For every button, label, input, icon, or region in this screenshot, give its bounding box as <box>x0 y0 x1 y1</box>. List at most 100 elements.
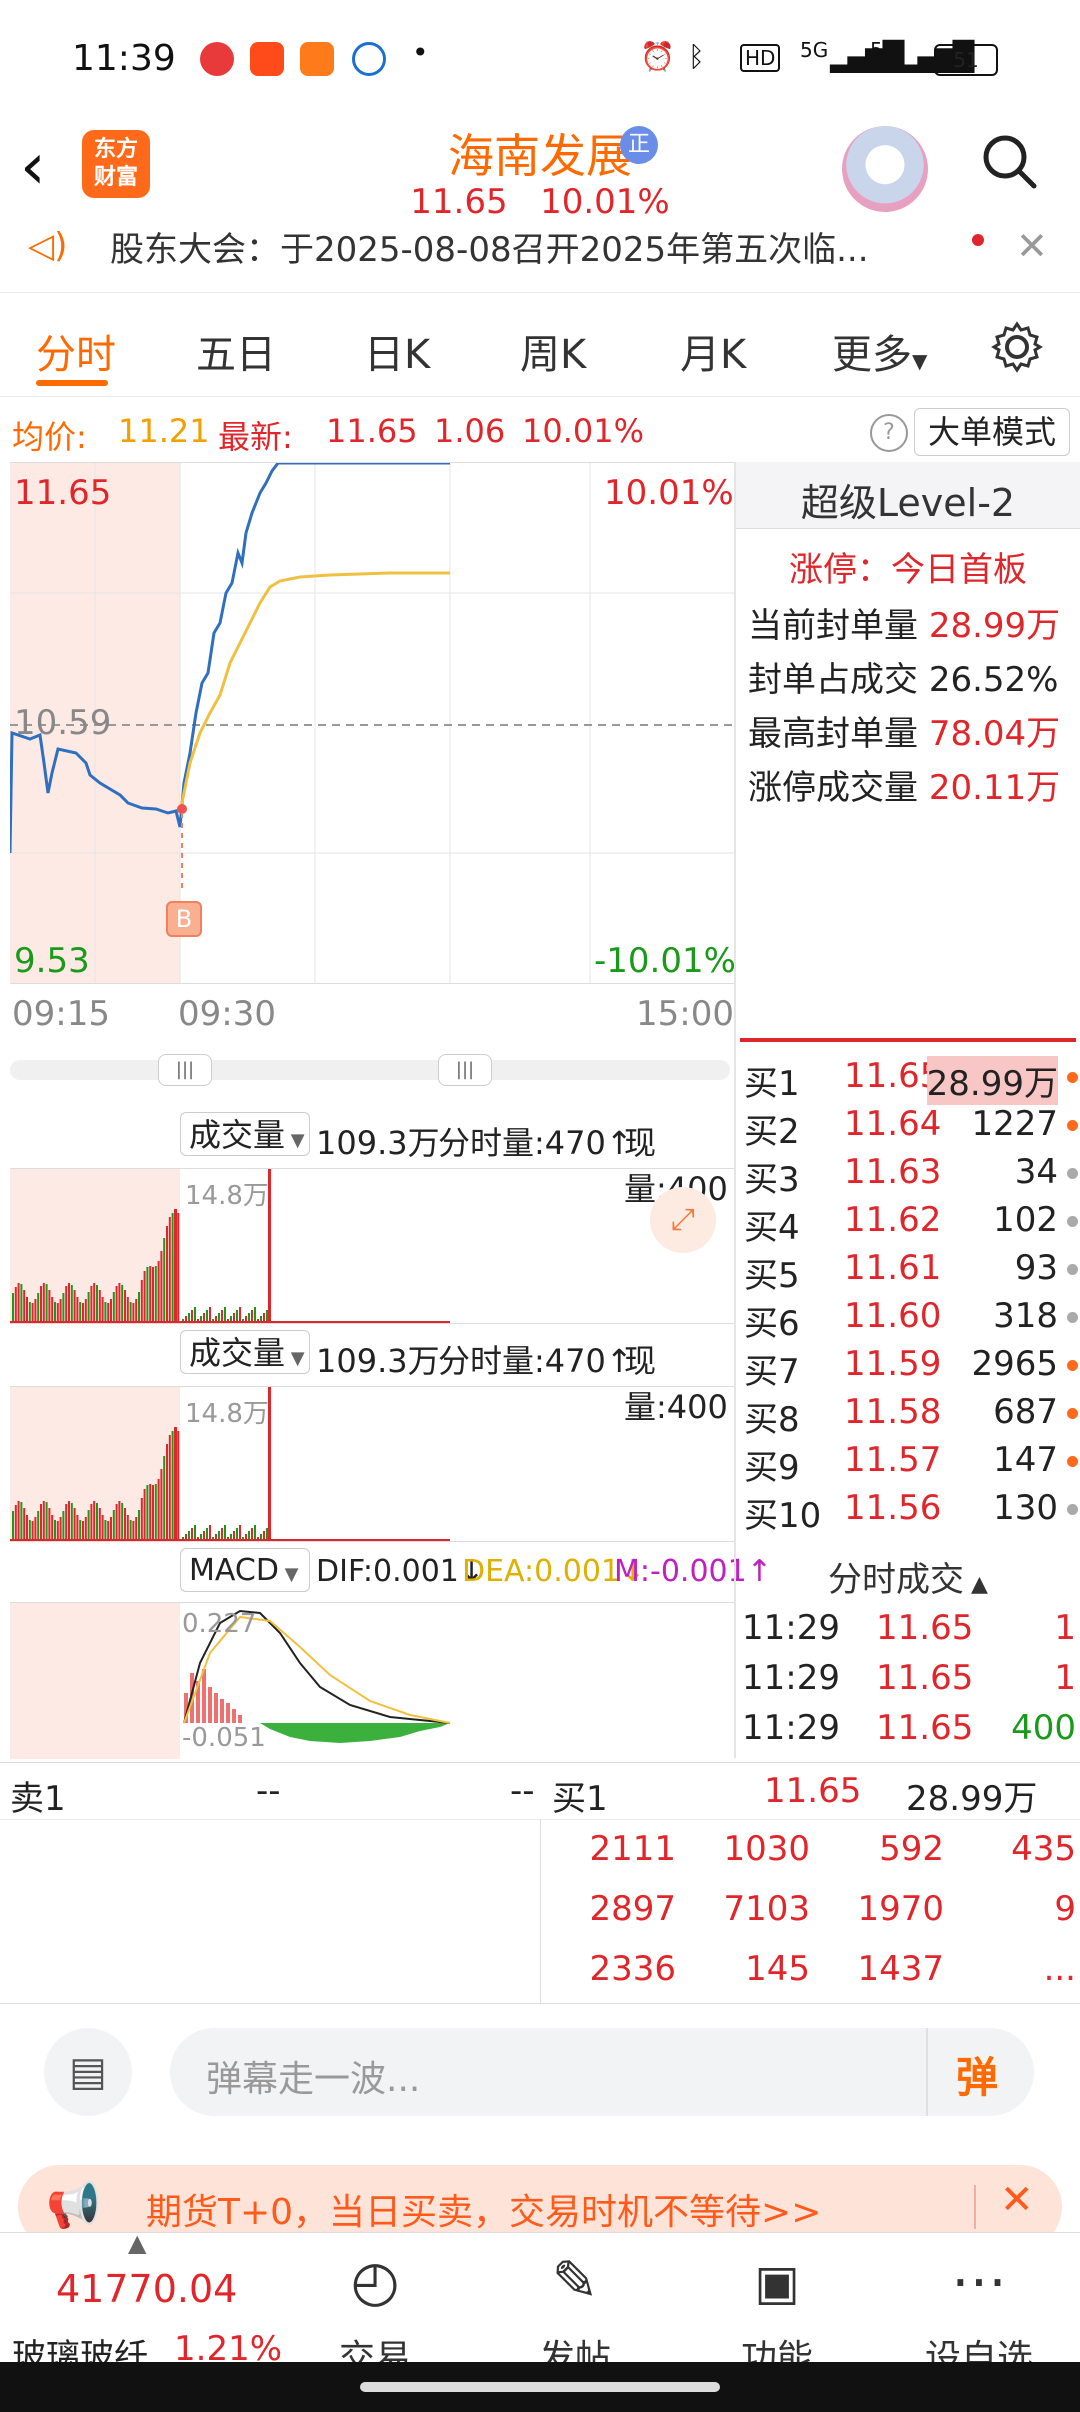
bid-volume: 2965 <box>971 1344 1058 1384</box>
ticks-title[interactable]: 分时成交 ▲ <box>736 1552 1080 1606</box>
help-icon[interactable]: ? <box>870 414 908 452</box>
trade-icon[interactable]: ◴ <box>300 2249 450 2314</box>
tab-more-label: 更多 <box>832 332 912 378</box>
tab-daily-k[interactable]: 日K <box>364 322 430 380</box>
volume-bar <box>254 1307 256 1323</box>
volume-bar <box>17 1283 20 1323</box>
volume-bar <box>45 1502 48 1541</box>
macd-dif: DIF:0.001↓ <box>316 1554 484 1589</box>
bid-row[interactable]: 买8 11.58 687 <box>744 1392 1080 1440</box>
time-range-slider[interactable]: ||| ||| <box>10 1054 730 1086</box>
volume-chart-2[interactable]: 14.8万 <box>10 1386 734 1542</box>
bid-row[interactable]: 买7 11.59 2965 <box>744 1344 1080 1392</box>
pct-axis-bottom-label: -10.01% <box>594 941 736 981</box>
volume-bar <box>143 1271 146 1323</box>
volume-bar <box>42 1283 45 1323</box>
volume-bar <box>135 1299 138 1323</box>
queue-cell: 1970 <box>857 1889 944 1929</box>
bid-level-label: 买3 <box>744 1160 800 1200</box>
tab-more[interactable]: 更多▼ <box>832 322 927 380</box>
tab-5day[interactable]: 五日 <box>196 322 276 380</box>
order-dot-icon <box>1067 1408 1078 1419</box>
queue-cell: 2336 <box>589 1949 676 1989</box>
bid-volume: 102 <box>993 1200 1058 1240</box>
index-expand-icon[interactable]: ▲ <box>128 2229 146 2257</box>
volume-bar <box>110 1517 112 1541</box>
volume-bar <box>56 1521 59 1541</box>
bid-price: 11.57 <box>844 1440 942 1480</box>
status-bar: 11:39 • ⏰ ᛒ HD 5G ▂▄▆█ 5G ▂▄▆█ 51 <box>0 0 1080 120</box>
volume-bar <box>45 1284 48 1323</box>
tab-weekly-k[interactable]: 周K <box>520 322 586 380</box>
notice-bar[interactable]: ◁) 股东大会：于2025-08-08召开2025年第五次临... ✕ <box>0 222 1080 293</box>
ai-assistant-icon[interactable] <box>842 126 928 212</box>
barrage-send-button[interactable]: 弹 <box>956 2044 998 2105</box>
functions-grid-icon[interactable]: ▣ <box>702 2255 852 2311</box>
volume-bar <box>37 1293 40 1323</box>
bid-row[interactable]: 买4 11.62 102 <box>744 1200 1080 1248</box>
bid-level-label: 买7 <box>744 1352 800 1392</box>
time-volume-1-text: 分时量:470 <box>438 1124 606 1162</box>
bid-volume: 34 <box>1014 1152 1058 1192</box>
index-value[interactable]: 41770.04 <box>56 2267 237 2311</box>
volume-bar <box>93 1283 96 1323</box>
macd-m-text: M:-0.001 <box>614 1554 747 1589</box>
bid-row[interactable]: 买6 11.60 318 <box>744 1296 1080 1344</box>
volume-bar <box>68 1501 70 1541</box>
barrage-settings-icon[interactable]: ▤ <box>44 2028 132 2116</box>
search-icon[interactable] <box>980 132 1038 190</box>
home-indicator[interactable] <box>360 2382 720 2392</box>
bid-price: 11.64 <box>844 1104 942 1144</box>
tab-intraday[interactable]: 分时 <box>36 322 116 380</box>
order-dot-icon <box>1067 1168 1078 1179</box>
bid-row[interactable]: 买10 11.56 130 <box>744 1488 1080 1536</box>
macd-chart[interactable]: 0.227 -0.051 <box>10 1602 734 1759</box>
volume-bar <box>209 1307 211 1323</box>
indicator-selector-2[interactable]: 成交量 ▼ <box>180 1330 310 1374</box>
expand-icon[interactable]: ⤢ <box>650 1187 716 1253</box>
barrage-input[interactable]: 弹幕走一波... 弹 <box>170 2028 1034 2116</box>
stat-value: 28.99万 <box>928 606 1061 646</box>
volume-chart-1[interactable]: 14.8万 ⤢ <box>10 1168 734 1324</box>
tick-price: 11.65 <box>876 1658 974 1698</box>
bid-price: 11.61 <box>844 1248 942 1288</box>
bid-row[interactable]: 买2 11.64 1227 <box>744 1104 1080 1152</box>
volume-bar <box>40 1504 42 1541</box>
total-volume-1: 109.3万 <box>316 1124 440 1162</box>
volume-bars-2 <box>10 1387 450 1541</box>
tab-monthly-k[interactable]: 月K <box>680 322 746 380</box>
bid-row[interactable]: 买5 11.61 93 <box>744 1248 1080 1296</box>
queue-cell: 435 <box>1011 1829 1076 1869</box>
volume-bar <box>68 1283 70 1323</box>
bid-volume: 28.99万 <box>926 1056 1058 1105</box>
stat-value: 78.04万 <box>928 714 1061 754</box>
volume-bar <box>115 1504 118 1541</box>
close-ad-icon[interactable]: ✕ <box>1000 2177 1034 2223</box>
close-notice-icon[interactable]: ✕ <box>1016 224 1048 268</box>
range-handle-right[interactable]: ||| <box>438 1054 492 1086</box>
more-circle-icon[interactable]: ⋯ <box>904 2249 1054 2314</box>
range-handle-left[interactable]: ||| <box>158 1054 212 1086</box>
big-order-mode-button[interactable]: 大单模式 <box>914 408 1070 456</box>
settings-gear-icon[interactable] <box>990 320 1044 374</box>
indicator-selector-1[interactable]: 成交量 ▼ <box>180 1112 310 1156</box>
buy-point-dot <box>177 804 187 814</box>
bid-row[interactable]: 买1 11.65 28.99万 <box>744 1056 1080 1105</box>
volume-bar <box>177 1431 180 1541</box>
macd-selector[interactable]: MACD ▼ <box>180 1548 310 1592</box>
intraday-price-chart[interactable]: B 11.65 10.59 9.53 10.01% -10.01% <box>10 462 736 984</box>
post-edit-icon[interactable]: ✎ <box>500 2249 650 2314</box>
bid-row[interactable]: 买3 11.63 34 <box>744 1152 1080 1200</box>
volume-bar <box>174 1209 177 1323</box>
macd-dif-text: DIF:0.001 <box>316 1554 459 1589</box>
order-dot-icon <box>1067 1216 1078 1227</box>
bid-orderbook[interactable]: 买1 11.65 28.99万 买2 11.64 1227 买3 11.63 34 买4 11.62… <box>736 1056 1080 1540</box>
volume-bar <box>140 1498 143 1541</box>
bid-row[interactable]: 买9 11.57 147 <box>744 1440 1080 1488</box>
indicator-selector-1-label: 成交量 <box>189 1116 286 1154</box>
buy-marker-badge[interactable]: B <box>166 901 202 937</box>
level2-title-bar[interactable]: 超级Level-2 <box>736 462 1080 529</box>
bid-price: 11.59 <box>844 1344 942 1384</box>
volume-bar <box>121 1503 124 1541</box>
volume-bar <box>171 1213 174 1323</box>
